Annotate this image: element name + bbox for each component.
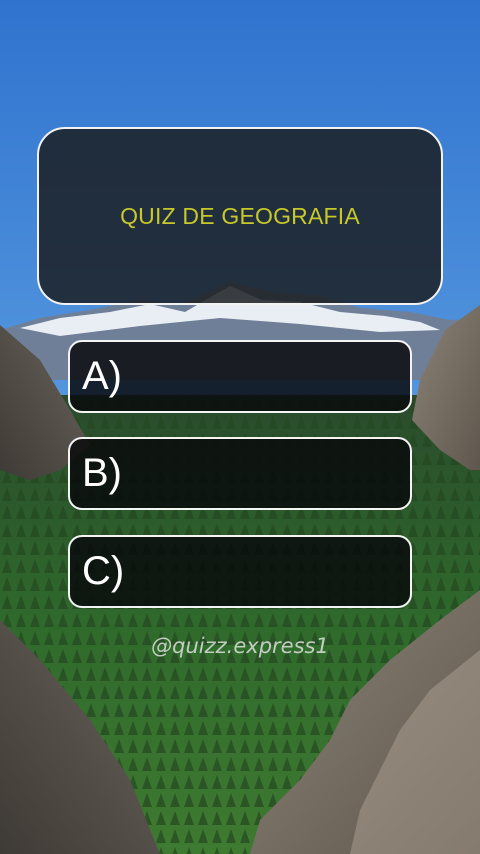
watermark-handle: @quizz.express1 — [151, 634, 329, 658]
option-a-label: A) — [82, 354, 122, 398]
option-c-label: C) — [82, 549, 125, 593]
quiz-title: QUIZ DE GEOGRAFIA — [120, 202, 360, 229]
option-b-label: B) — [82, 451, 122, 495]
answer-option-a[interactable]: A) — [68, 340, 412, 413]
quiz-title-card: QUIZ DE GEOGRAFIA — [37, 127, 443, 305]
answer-option-c[interactable]: C) — [68, 535, 412, 608]
answer-option-b[interactable]: B) — [68, 437, 412, 510]
